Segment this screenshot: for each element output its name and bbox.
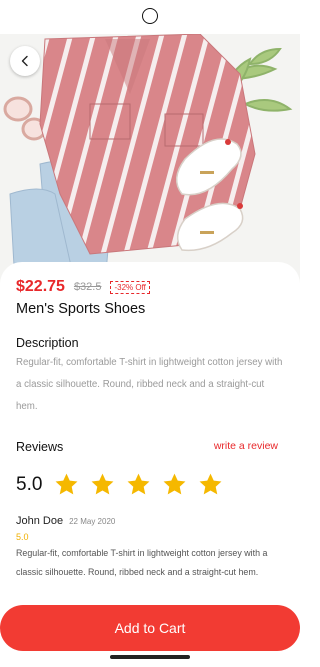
- chevron-left-icon: [21, 55, 28, 67]
- star-icon: [127, 473, 150, 495]
- product-title: Men's Sports Shoes: [16, 301, 146, 317]
- home-indicator: [110, 655, 190, 659]
- star-icon: [163, 473, 186, 495]
- original-price: $32.5: [73, 281, 102, 293]
- current-price: $22.75: [16, 278, 65, 295]
- review-text: Regular-fit, comfortable T-shirt in ligh…: [16, 548, 268, 577]
- star-icon: [55, 473, 78, 495]
- review-date: 22 May 2020: [69, 517, 116, 526]
- add-to-cart-button[interactable]: Add to Cart: [0, 605, 300, 651]
- product-image: [0, 34, 300, 284]
- status-bar: [0, 0, 300, 34]
- reviewer-name: John Doe: [16, 515, 64, 527]
- star-icon: [199, 473, 222, 495]
- description-title: Description: [16, 336, 79, 350]
- write-review-link[interactable]: write a review: [214, 440, 278, 452]
- price-row: $22.75 $32.5 -32% Off: [16, 278, 150, 296]
- reviews-title: Reviews: [16, 440, 64, 454]
- rating-value: 5.0: [16, 473, 43, 495]
- review-score: 5.0: [16, 532, 29, 542]
- review-header: John Doe 22 May 2020: [16, 515, 115, 527]
- description-text: Regular-fit, comfortable T-shirt in ligh…: [16, 357, 283, 412]
- camera-notch: [142, 8, 158, 24]
- rating-summary: 5.0: [16, 472, 234, 497]
- star-icon: [91, 473, 114, 495]
- back-button[interactable]: [10, 46, 40, 76]
- discount-badge: -32% Off: [110, 280, 150, 294]
